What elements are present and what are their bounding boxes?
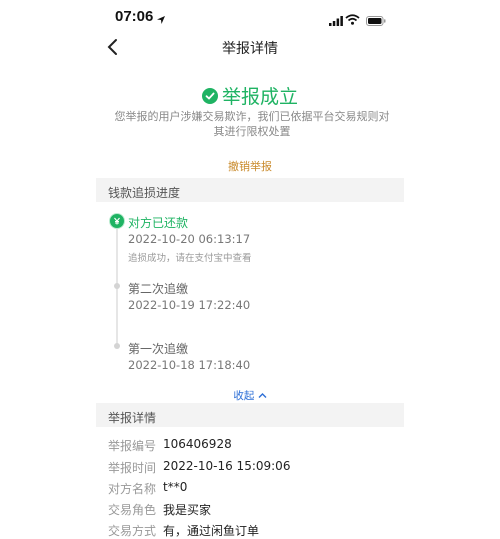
detail-value: 106406928 bbox=[163, 437, 232, 451]
detail-label: 举报时间 bbox=[108, 461, 157, 475]
details-section-title: 举报详情 bbox=[108, 411, 157, 425]
detail-value: 有，通过闲鱼订单 bbox=[163, 524, 260, 538]
success-check-icon bbox=[201, 87, 218, 104]
detail-label: 交易方式 bbox=[108, 524, 157, 538]
status-bar: 07:06 bbox=[0, 0, 500, 34]
result-description: 您举报的用户涉嫌交易欺诈，我们已依据平台交易规则对其进行限权处置 bbox=[114, 110, 390, 138]
detail-label: 举报编号 bbox=[108, 439, 157, 453]
step-title: 第二次追缴 bbox=[128, 282, 189, 296]
chevron-up-icon bbox=[258, 393, 267, 398]
progress-section-title: 钱款追损进度 bbox=[108, 186, 181, 200]
detail-label: 交易角色 bbox=[108, 503, 157, 517]
timeline-dot bbox=[114, 343, 120, 349]
repaid-icon bbox=[109, 213, 125, 229]
battery-icon bbox=[366, 11, 386, 30]
step-time: 2022-10-20 06:13:17 bbox=[128, 232, 251, 246]
detail-value: 2022-10-16 15:09:06 bbox=[163, 459, 291, 473]
step-title: 对方已还款 bbox=[128, 216, 189, 230]
collapse-button[interactable]: 收起 bbox=[0, 388, 500, 403]
detail-value: 我是买家 bbox=[163, 503, 212, 517]
cancel-report-button[interactable]: 撤销举报 bbox=[0, 158, 500, 174]
location-icon bbox=[156, 10, 166, 29]
step-time: 2022-10-18 17:18:40 bbox=[128, 358, 251, 372]
detail-label: 对方名称 bbox=[108, 482, 157, 496]
cellular-signal-icon bbox=[329, 11, 343, 30]
step-title: 第一次追缴 bbox=[128, 342, 189, 356]
status-time: 07:06 bbox=[115, 8, 154, 25]
timeline-dot bbox=[114, 283, 120, 289]
collapse-label: 收起 bbox=[233, 390, 255, 402]
step-note: 追损成功，请在支付宝中查看 bbox=[128, 253, 252, 264]
wifi-icon bbox=[345, 10, 360, 29]
result-header: 举报成立 bbox=[0, 82, 500, 109]
page-title: 举报详情 bbox=[222, 41, 278, 57]
result-title: 举报成立 bbox=[221, 86, 298, 108]
step-time: 2022-10-19 17:22:40 bbox=[128, 298, 251, 312]
detail-value: t**0 bbox=[163, 480, 188, 494]
